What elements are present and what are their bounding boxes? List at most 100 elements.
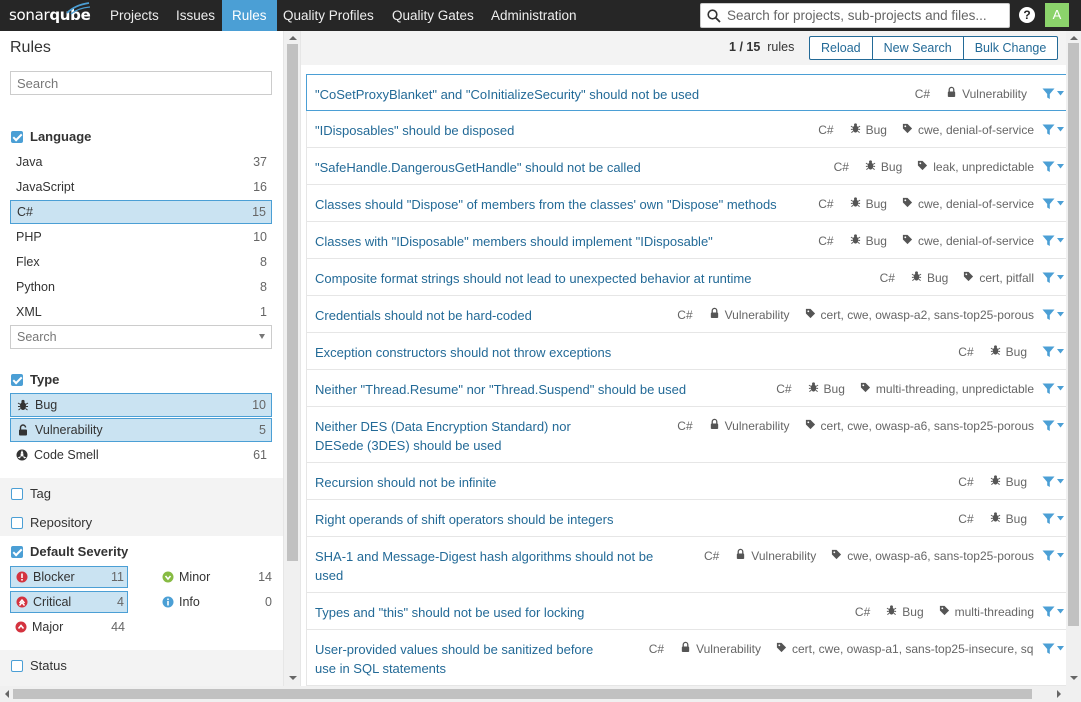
rule-row[interactable]: SHA-1 and Message-Digest hash algorithms… xyxy=(306,537,1066,593)
sidebar-scroll-thumb[interactable] xyxy=(287,44,298,561)
scroll-right-icon[interactable] xyxy=(1057,690,1061,698)
severity-critical[interactable]: Critical 4 xyxy=(10,591,128,613)
scroll-up-icon[interactable] xyxy=(1070,36,1078,40)
severity-blocker[interactable]: Blocker 11 xyxy=(10,566,128,588)
filter-similar-icon[interactable] xyxy=(1042,88,1064,100)
filter-similar-icon[interactable] xyxy=(1042,161,1064,173)
facet-item-python[interactable]: Python 8 xyxy=(10,275,272,299)
filter-similar-icon[interactable] xyxy=(1042,235,1064,247)
rule-row[interactable]: Exception constructors should not throw … xyxy=(306,333,1066,370)
severity-checkbox[interactable] xyxy=(11,545,23,558)
filter-similar-icon[interactable] xyxy=(1042,476,1064,488)
global-search[interactable] xyxy=(700,3,1010,28)
type-checkbox[interactable] xyxy=(11,373,23,386)
rule-row[interactable]: Credentials should not be hard-coded C# Vu… xyxy=(306,296,1066,333)
rule-tags[interactable]: leak, unpredictable xyxy=(917,160,1034,174)
rule-title-link[interactable]: Neither DES (Data Encryption Standard) n… xyxy=(315,417,615,455)
rule-row[interactable]: Neither DES (Data Encryption Standard) n… xyxy=(306,407,1066,463)
scroll-down-icon[interactable] xyxy=(1070,676,1078,680)
rule-row[interactable]: "SafeHandle.DangerousGetHandle" should n… xyxy=(306,148,1066,185)
sonarqube-logo[interactable]: sonarqube xyxy=(9,2,91,27)
nav-administration[interactable]: Administration xyxy=(481,0,587,31)
facet-language-header[interactable]: Language xyxy=(11,129,91,144)
facet-item-csharp[interactable]: C# 15 xyxy=(10,200,272,224)
filter-similar-icon[interactable] xyxy=(1042,606,1064,618)
facet-item-xml[interactable]: XML 1 xyxy=(10,300,272,324)
user-avatar[interactable]: A xyxy=(1045,3,1069,27)
rule-tags[interactable]: cert, pitfall xyxy=(963,271,1034,285)
rule-title-link[interactable]: Recursion should not be infinite xyxy=(315,473,645,492)
rule-row[interactable]: Classes should "Dispose" of members from… xyxy=(306,185,1066,222)
severity-major[interactable]: Major 44 xyxy=(10,616,128,638)
rule-tags[interactable]: cwe, owasp-a6, sans-top25-porous xyxy=(831,549,1034,563)
facet-item-flex[interactable]: Flex 8 xyxy=(10,250,272,274)
facet-repository-header[interactable]: Repository xyxy=(11,515,92,530)
sidebar-scrollbar[interactable] xyxy=(283,31,300,686)
new-search-button[interactable]: New Search xyxy=(871,36,964,60)
rule-tags[interactable]: multi-threading, unpredictable xyxy=(860,382,1034,396)
facet-severity-header[interactable]: Default Severity xyxy=(11,544,128,559)
global-search-input[interactable] xyxy=(727,8,997,23)
page-scrollbar[interactable] xyxy=(1066,31,1081,686)
filter-similar-icon[interactable] xyxy=(1042,420,1064,432)
rule-row[interactable]: Types and "this" should not be used for … xyxy=(306,593,1066,630)
facet-item-javascript[interactable]: JavaScript 16 xyxy=(10,175,272,199)
nav-projects[interactable]: Projects xyxy=(100,0,169,31)
filter-similar-icon[interactable] xyxy=(1042,643,1064,655)
rule-title-link[interactable]: User-provided values should be sanitized… xyxy=(315,640,595,678)
facet-item-php[interactable]: PHP 10 xyxy=(10,225,272,249)
rule-title-link[interactable]: Right operands of shift operators should… xyxy=(315,510,645,529)
facet-tag-header[interactable]: Tag xyxy=(11,486,51,501)
rule-title-link[interactable]: "IDisposables" should be disposed xyxy=(315,121,735,140)
filter-similar-icon[interactable] xyxy=(1042,309,1064,321)
rule-tags[interactable]: multi-threading xyxy=(939,605,1034,619)
horizontal-scroll-thumb[interactable] xyxy=(13,689,1032,699)
reload-button[interactable]: Reload xyxy=(809,36,873,60)
tag-checkbox[interactable] xyxy=(11,487,23,500)
rule-title-link[interactable]: Neither "Thread.Resume" nor "Thread.Susp… xyxy=(315,380,735,399)
filter-similar-icon[interactable] xyxy=(1042,124,1064,136)
rule-row[interactable]: User-provided values should be sanitized… xyxy=(306,630,1066,686)
bulk-change-button[interactable]: Bulk Change xyxy=(962,36,1059,60)
horizontal-scrollbar[interactable] xyxy=(0,686,1066,702)
rule-tags[interactable]: cert, cwe, owasp-a1, sans-top25-insecure… xyxy=(776,642,1034,656)
facet-item-code-smell[interactable]: Code Smell 61 xyxy=(10,443,272,467)
rule-title-link[interactable]: Exception constructors should not throw … xyxy=(315,343,645,362)
page-scroll-thumb[interactable] xyxy=(1068,43,1079,626)
severity-minor[interactable]: Minor 14 xyxy=(157,566,275,588)
filter-similar-icon[interactable] xyxy=(1042,383,1064,395)
scroll-down-icon[interactable] xyxy=(289,676,297,680)
rule-title-link[interactable]: "CoSetProxyBlanket" and "CoInitializeSec… xyxy=(315,85,735,104)
rule-title-link[interactable]: "SafeHandle.DangerousGetHandle" should n… xyxy=(315,158,735,177)
scroll-up-icon[interactable] xyxy=(289,36,297,40)
repository-checkbox[interactable] xyxy=(11,516,23,529)
facet-item-bug[interactable]: Bug 10 xyxy=(10,393,272,417)
rule-title-link[interactable]: Credentials should not be hard-coded xyxy=(315,306,645,325)
nav-quality-gates[interactable]: Quality Gates xyxy=(382,0,484,31)
scroll-left-icon[interactable] xyxy=(5,690,9,698)
facet-item-java[interactable]: Java 37 xyxy=(10,150,272,174)
rule-row[interactable]: Recursion should not be infinite C# Bug xyxy=(306,463,1066,500)
status-checkbox[interactable] xyxy=(11,659,23,672)
rule-title-link[interactable]: Classes with "IDisposable" members shoul… xyxy=(315,232,735,251)
filter-similar-icon[interactable] xyxy=(1042,346,1064,358)
rule-tags[interactable]: cwe, denial-of-service xyxy=(902,123,1034,137)
filter-similar-icon[interactable] xyxy=(1042,272,1064,284)
language-search-select[interactable]: Search xyxy=(10,325,272,349)
rule-tags[interactable]: cwe, denial-of-service xyxy=(902,234,1034,248)
rule-tags[interactable]: cert, cwe, owasp-a2, sans-top25-porous xyxy=(805,308,1034,322)
facet-item-vulnerability[interactable]: Vulnerability 5 xyxy=(10,418,272,442)
rule-tags[interactable]: cwe, denial-of-service xyxy=(902,197,1034,211)
filter-similar-icon[interactable] xyxy=(1042,513,1064,525)
rule-title-link[interactable]: SHA-1 and Message-Digest hash algorithms… xyxy=(315,547,655,585)
rule-row[interactable]: Right operands of shift operators should… xyxy=(306,500,1066,537)
rule-title-link[interactable]: Composite format strings should not lead… xyxy=(315,269,785,288)
language-checkbox[interactable] xyxy=(11,130,23,143)
rule-row[interactable]: "IDisposables" should be disposed C# Bug cw… xyxy=(306,111,1066,148)
facet-status-header[interactable]: Status xyxy=(11,658,67,673)
rule-row[interactable]: Classes with "IDisposable" members shoul… xyxy=(306,222,1066,259)
rule-title-link[interactable]: Classes should "Dispose" of members from… xyxy=(315,195,785,214)
rule-title-link[interactable]: Types and "this" should not be used for … xyxy=(315,603,735,622)
facet-type-header[interactable]: Type xyxy=(11,372,59,387)
rule-row[interactable]: Neither "Thread.Resume" nor "Thread.Susp… xyxy=(306,370,1066,407)
